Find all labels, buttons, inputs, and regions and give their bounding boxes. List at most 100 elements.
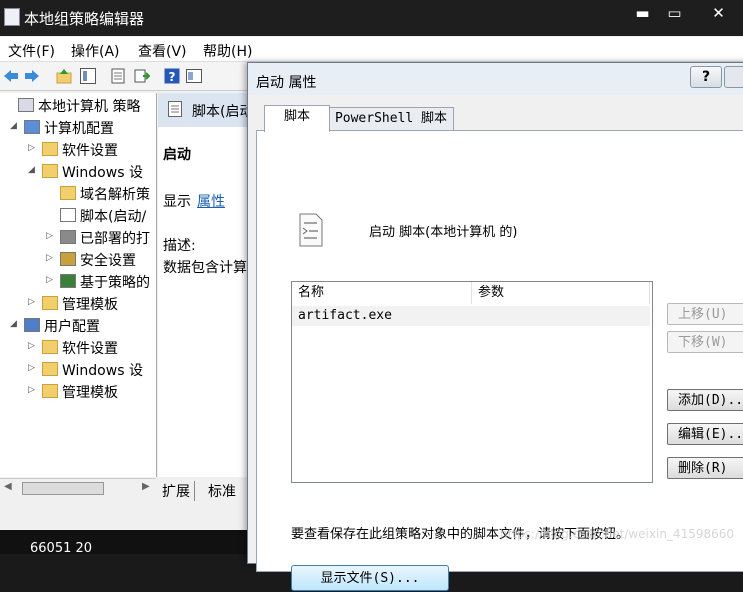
show-hide-tree-icon[interactable] <box>80 68 96 84</box>
properties-icon[interactable] <box>110 68 126 84</box>
tab-standard[interactable]: 标准 <box>208 481 236 501</box>
dialog-help-button[interactable]: ? <box>690 66 722 88</box>
svg-text:?: ? <box>169 70 176 84</box>
tree-item-label: Windows 设 <box>62 165 143 181</box>
expand-arrow-icon[interactable]: ▷ <box>28 297 35 307</box>
menu-action[interactable]: 操作(A) <box>71 41 120 61</box>
expand-arrow-icon[interactable]: ▷ <box>28 341 35 351</box>
minimize-button[interactable]: ▬ <box>626 2 659 24</box>
dialog-title: 启动 属性 <box>256 75 317 91</box>
detail-pane: 脚本(启动 启动 显示 属性 描述: 数据包含计算 <box>158 93 248 477</box>
folder-icon <box>42 340 58 354</box>
tree-item-label: Windows 设 <box>62 363 143 379</box>
scroll-left-icon[interactable]: ◀ <box>4 481 12 492</box>
expand-arrow-icon[interactable]: ▷ <box>28 363 35 373</box>
scroll-right-icon[interactable]: ▶ <box>142 481 150 492</box>
printer-icon <box>60 230 76 244</box>
script-name-cell: artifact.exe <box>298 308 392 323</box>
up-folder-icon[interactable] <box>56 68 72 84</box>
collapse-arrow-icon[interactable]: ◢ <box>10 121 17 131</box>
add-button[interactable]: 添加(D)... <box>667 389 743 411</box>
tree-item[interactable]: 脚本(启动/ <box>0 205 156 227</box>
user-icon <box>24 318 40 332</box>
tree-item[interactable]: ◢ 用户配置 <box>0 315 156 337</box>
tree-item-label: 软件设置 <box>62 341 118 357</box>
folder-icon <box>42 164 58 178</box>
menu-file[interactable]: 文件(F) <box>8 41 55 61</box>
tree-item-label: 已部署的打 <box>80 231 150 247</box>
properties-link[interactable]: 属性 <box>197 191 225 211</box>
remove-button[interactable]: 删除(R) <box>667 457 743 479</box>
tab-scripts[interactable]: 脚本 <box>264 105 330 132</box>
script-row[interactable]: artifact.exe <box>292 306 650 326</box>
tree-item-label: 本地计算机 策略 <box>38 99 141 115</box>
close-button[interactable]: ✕ <box>702 2 735 24</box>
tree-horizontal-scrollbar[interactable]: ◀ ▶ <box>0 478 156 497</box>
edit-button[interactable]: 编辑(E)... <box>667 423 743 445</box>
help-icon[interactable]: ? <box>164 68 180 84</box>
menu-help[interactable]: 帮助(H) <box>203 41 252 61</box>
folder-icon <box>42 362 58 376</box>
expand-arrow-icon[interactable]: ▷ <box>28 385 35 395</box>
scroll-thumb[interactable] <box>22 482 104 495</box>
tree-item[interactable]: ◢ 计算机配置 <box>0 117 156 139</box>
tree-item-label: 计算机配置 <box>44 121 114 137</box>
expand-arrow-icon[interactable]: ▷ <box>28 143 35 153</box>
tree-item-label: 用户配置 <box>44 319 100 335</box>
expand-arrow-icon[interactable]: ▷ <box>46 231 53 241</box>
detail-header-title: 脚本(启动 <box>192 104 248 120</box>
move-down-button[interactable]: 下移(W) <box>667 331 743 353</box>
tree-item[interactable]: ▷ 管理模板 <box>0 381 156 403</box>
dialog-close-button[interactable] <box>724 66 743 88</box>
show-files-button[interactable]: 显示文件(S)... <box>291 565 449 591</box>
tree-item[interactable]: ▷ 软件设置 <box>0 337 156 359</box>
window-title: 本地组策略编辑器 <box>24 10 145 28</box>
script-document-icon <box>299 213 323 247</box>
computer-icon <box>24 120 40 134</box>
description-label: 描述: <box>163 238 196 254</box>
script-icon <box>60 208 76 222</box>
folder-icon <box>42 296 58 310</box>
collapse-arrow-icon[interactable]: ◢ <box>10 319 17 329</box>
view-icon[interactable] <box>186 68 202 84</box>
tree-item[interactable]: ◢ Windows 设 <box>0 161 156 183</box>
tree-item[interactable]: ▷ 基于策略的 <box>0 271 156 293</box>
script-icon <box>168 101 182 117</box>
description-text: 数据包含计算 <box>163 260 247 276</box>
tree-item[interactable]: 域名解析策 <box>0 183 156 205</box>
dialog-title-bar: 启动 属性 ? <box>248 63 743 95</box>
column-name[interactable]: 名称 <box>292 282 472 304</box>
folder-icon <box>60 186 76 200</box>
scripts-list[interactable]: 名称 参数 artifact.exe <box>291 281 653 483</box>
move-up-button[interactable]: 上移(U) <box>667 303 743 325</box>
menu-view[interactable]: 查看(V) <box>138 41 187 61</box>
tab-extended[interactable]: 扩展 <box>162 481 195 501</box>
tab-powershell-scripts[interactable]: PowerShell 脚本 <box>328 107 454 130</box>
tree-item[interactable]: ▷ 安全设置 <box>0 249 156 271</box>
menu-bar: 文件(F) 操作(A) 查看(V) 帮助(H) <box>0 37 743 62</box>
policy-tree: 本地计算机 策略 ◢ 计算机配置 ▷ 软件设置 ◢ Windows 设域名解析策 脚本(启动/… <box>0 93 157 477</box>
collapse-arrow-icon[interactable]: ◢ <box>28 165 35 175</box>
expand-arrow-icon[interactable]: ▷ <box>46 275 53 285</box>
tree-item-label: 软件设置 <box>62 143 118 159</box>
startup-properties-dialog: 启动 属性 ? 脚本 PowerShell 脚本 启动 脚本(本地计算机 的) … <box>247 62 743 591</box>
export-list-icon[interactable] <box>134 68 150 84</box>
policy-icon <box>18 98 34 112</box>
display-label: 显示 <box>163 194 191 210</box>
detail-header: 脚本(启动 <box>158 93 248 127</box>
tree-item[interactable]: ▷ 管理模板 <box>0 293 156 315</box>
expand-arrow-icon[interactable]: ▷ <box>46 253 53 263</box>
app-icon <box>4 8 20 26</box>
tree-item-label: 域名解析策 <box>80 187 150 203</box>
forward-arrow-icon[interactable] <box>24 68 40 84</box>
tree-item[interactable]: 本地计算机 策略 <box>0 95 156 117</box>
column-parameters[interactable]: 参数 <box>472 282 650 304</box>
tree-item[interactable]: ▷ Windows 设 <box>0 359 156 381</box>
tree-item-label: 管理模板 <box>62 385 118 401</box>
detail-section-title: 启动 <box>163 147 191 163</box>
folder-icon <box>42 384 58 398</box>
tree-item[interactable]: ▷ 已部署的打 <box>0 227 156 249</box>
tree-item[interactable]: ▷ 软件设置 <box>0 139 156 161</box>
back-arrow-icon[interactable] <box>3 68 19 84</box>
maximize-button[interactable]: ▭ <box>658 2 691 24</box>
